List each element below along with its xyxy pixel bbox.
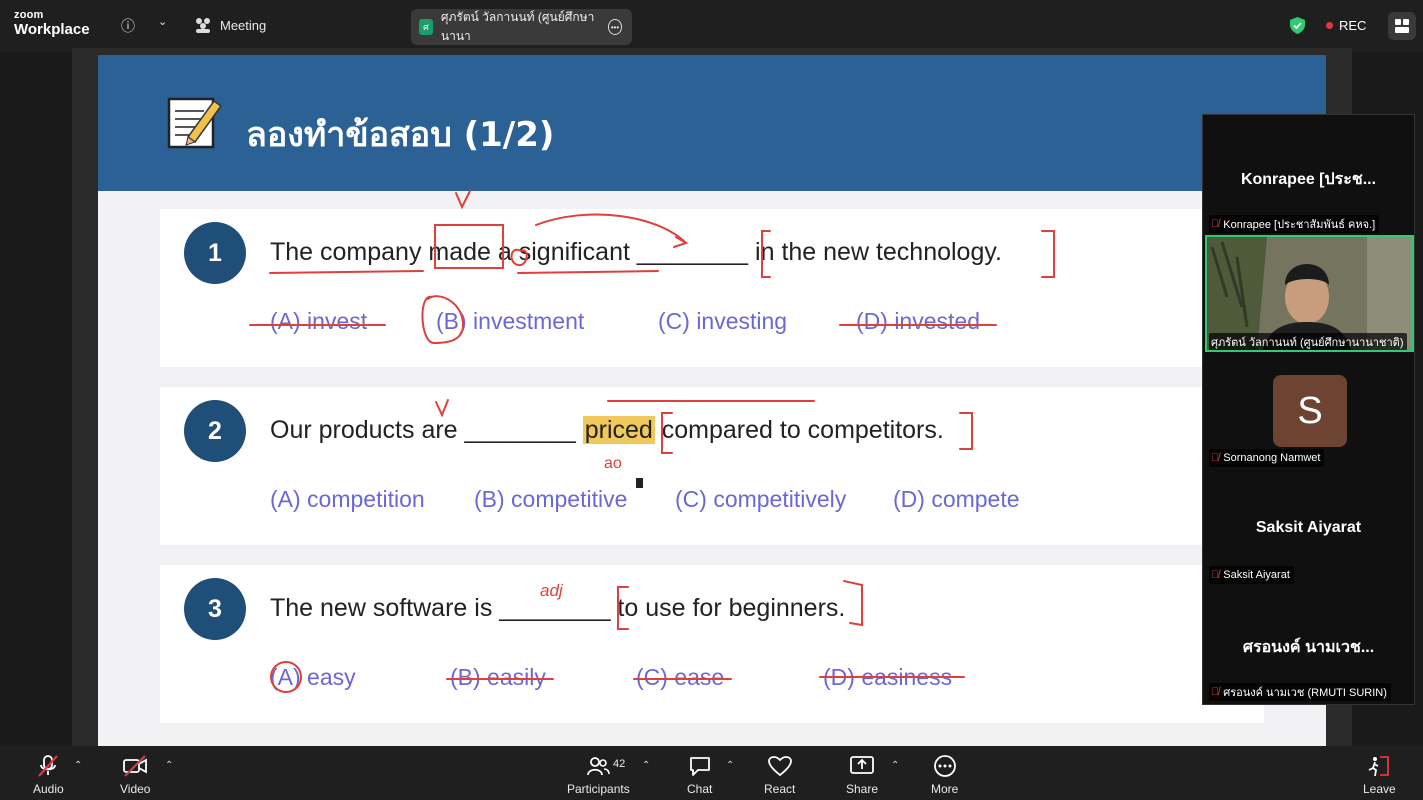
video-button[interactable]: Video bbox=[120, 754, 150, 796]
shield-icon[interactable] bbox=[1290, 17, 1305, 34]
participant-label-text: Saksit Aiyarat bbox=[1223, 569, 1290, 581]
participant-label: 🎙̸ Saksit Aiyarat bbox=[1209, 566, 1294, 584]
chat-icon bbox=[689, 757, 710, 776]
chat-button[interactable]: Chat bbox=[687, 754, 712, 796]
caret-up-icon[interactable]: ⌃ bbox=[165, 760, 173, 771]
brand-large: Workplace bbox=[14, 21, 90, 38]
audio-button[interactable]: Audio bbox=[33, 754, 64, 796]
zoom-logo: zoom Workplace bbox=[14, 9, 90, 38]
participant-label-text: ศรอนงค์ นามเวช (RMUTI SURIN) bbox=[1223, 687, 1387, 699]
question-card-3: 3 The new software is ________ to use fo… bbox=[160, 565, 1264, 723]
speaker-name: ศุภรัตน์ วัลกานนท์ (ศูนย์ศึกษานานา bbox=[440, 10, 595, 43]
highlighted-word: priced bbox=[582, 416, 655, 444]
participant-label-text: Konrapee [ประชาสัมพันธ์ คหจ.] bbox=[1223, 219, 1376, 231]
leave-label: Leave bbox=[1363, 782, 1396, 796]
option-b: (B) competitive bbox=[474, 486, 628, 512]
participant-label-text: ศุภรัตน์ วัลกานนท์ (ศูนย์ศึกษานานาชาติ) bbox=[1211, 337, 1404, 349]
video-label: Video bbox=[120, 782, 151, 796]
meeting-icon bbox=[196, 18, 210, 33]
react-label: React bbox=[764, 782, 796, 796]
participant-name-large: Konrapee [ประช... bbox=[1240, 171, 1377, 188]
camera-off-icon bbox=[123, 755, 148, 777]
notepad-icon bbox=[167, 97, 223, 149]
option-c: (C) investing bbox=[658, 308, 788, 334]
participants-count-badge: 42 bbox=[613, 758, 626, 770]
audio-label: Audio bbox=[33, 782, 64, 796]
participants-label: Participants bbox=[567, 782, 630, 796]
speaker-avatar: ศ bbox=[419, 19, 433, 35]
active-speaker-pill[interactable]: ศ ศุภรัตน์ วัลกานนท์ (ศูนย์ศึกษานานา ••• bbox=[411, 9, 632, 45]
caret-up-icon[interactable]: ⌃ bbox=[891, 760, 899, 771]
question-number: 2 bbox=[184, 400, 246, 462]
question-text-before: Our products are ________ bbox=[270, 416, 583, 444]
mic-muted-icon: 🎙̸ bbox=[1211, 452, 1220, 464]
option-b: (B) easily bbox=[450, 664, 546, 690]
participant-label: ศุภรัตน์ วัลกานนท์ (ศูนย์ศึกษานานาชาติ) bbox=[1209, 333, 1408, 350]
share-label: Share bbox=[846, 782, 879, 796]
heart-icon bbox=[767, 756, 792, 777]
caret-up-icon[interactable]: ⌃ bbox=[642, 760, 650, 771]
bottom-toolbar: Audio ⌃ Video ⌃ Participants ⌃ Chat ⌃ Re… bbox=[0, 746, 1423, 800]
participant-label: 🎙̸ Sornanong Namwet bbox=[1209, 449, 1325, 467]
meeting-label: Meeting bbox=[220, 17, 267, 33]
slide-title: ลองทำข้อสอบ (1/2) bbox=[246, 115, 555, 155]
caret-up-icon[interactable]: ⌃ bbox=[74, 760, 82, 771]
option-d: (D) easiness bbox=[823, 664, 953, 690]
top-bar: zoom Workplace ⓘ ⌄ Meeting ศ ศุภรัตน์ วั… bbox=[0, 0, 1423, 52]
share-button[interactable]: Share bbox=[846, 754, 878, 796]
option-a: (A) competition bbox=[270, 486, 425, 512]
participant-name-large: Saksit Aiyarat bbox=[1255, 519, 1362, 536]
chevron-down-icon[interactable]: ⌄ bbox=[158, 15, 167, 28]
leave-icon bbox=[1368, 756, 1390, 777]
view-button[interactable] bbox=[1388, 12, 1416, 40]
question-card-1: 1 The company made a significant _______… bbox=[160, 209, 1264, 367]
option-d: (D) invested bbox=[856, 308, 980, 334]
rec-dot bbox=[1326, 22, 1333, 29]
leave-button[interactable]: Leave bbox=[1363, 754, 1396, 796]
react-button[interactable]: React bbox=[764, 754, 795, 796]
option-c: (C) competitively bbox=[675, 486, 847, 512]
more-button[interactable]: More bbox=[931, 754, 958, 796]
caret-up-icon[interactable]: ⌃ bbox=[726, 760, 734, 771]
option-a: (A) easy bbox=[270, 664, 356, 690]
avatar: S bbox=[1273, 375, 1347, 447]
meeting-menu[interactable]: Meeting bbox=[194, 17, 266, 33]
q2-annotation: ao bbox=[604, 455, 622, 472]
rec-label: REC bbox=[1339, 18, 1367, 33]
participant-video-tile[interactable]: ศุภรัตน์ วัลกานนท์ (ศูนย์ศึกษานานาชาติ) bbox=[1205, 235, 1414, 352]
participant-label-text: Sornanong Namwet bbox=[1223, 452, 1321, 464]
question-text: The company made a significant ________ … bbox=[270, 238, 1002, 266]
more-label: More bbox=[931, 782, 959, 796]
question-number: 1 bbox=[184, 222, 246, 284]
info-icon[interactable]: ⓘ bbox=[121, 16, 135, 36]
option-b: (B) investment bbox=[436, 308, 585, 334]
share-screen-icon bbox=[850, 756, 874, 774]
participants-panel: Konrapee [ประช... 🎙̸ Konrapee [ประชาสัมพั… bbox=[1202, 114, 1415, 705]
participants-icon bbox=[587, 757, 611, 776]
question-text-after: compared to competitors. bbox=[654, 416, 944, 444]
participant-label: 🎙̸ Konrapee [ประชาสัมพันธ์ คหจ.] bbox=[1209, 215, 1380, 233]
slide: ลองทำข้อสอบ (1/2) 1 The company made a s… bbox=[98, 55, 1326, 746]
grid-icon bbox=[1395, 19, 1409, 33]
option-c: (C) ease bbox=[636, 664, 725, 690]
option-a: (A) invest bbox=[270, 308, 368, 334]
chat-label: Chat bbox=[687, 782, 713, 796]
more-icon[interactable]: ••• bbox=[607, 19, 622, 35]
question-card-2: 2 Our products are ________ priced compa… bbox=[160, 387, 1264, 545]
mic-muted-icon bbox=[38, 755, 59, 777]
participant-label: 🎙̸ ศรอนงค์ นามเวช (RMUTI SURIN) bbox=[1209, 683, 1391, 701]
mic-muted-icon: 🎙̸ bbox=[1211, 686, 1220, 698]
question-number: 3 bbox=[184, 578, 246, 640]
mic-muted-icon: 🎙̸ bbox=[1211, 569, 1220, 581]
mic-muted-icon: 🎙̸ bbox=[1211, 218, 1220, 230]
recording-indicator[interactable]: REC bbox=[1326, 18, 1366, 33]
option-d: (D) compete bbox=[893, 486, 1020, 512]
question-text: Our products are ________ priced compare… bbox=[270, 416, 944, 445]
brand-small: zoom bbox=[14, 9, 44, 21]
q3-annotation: adj bbox=[540, 581, 563, 600]
more-icon bbox=[933, 755, 956, 777]
participant-name-large: ศรอนงค์ นามเวช... bbox=[1242, 639, 1375, 656]
